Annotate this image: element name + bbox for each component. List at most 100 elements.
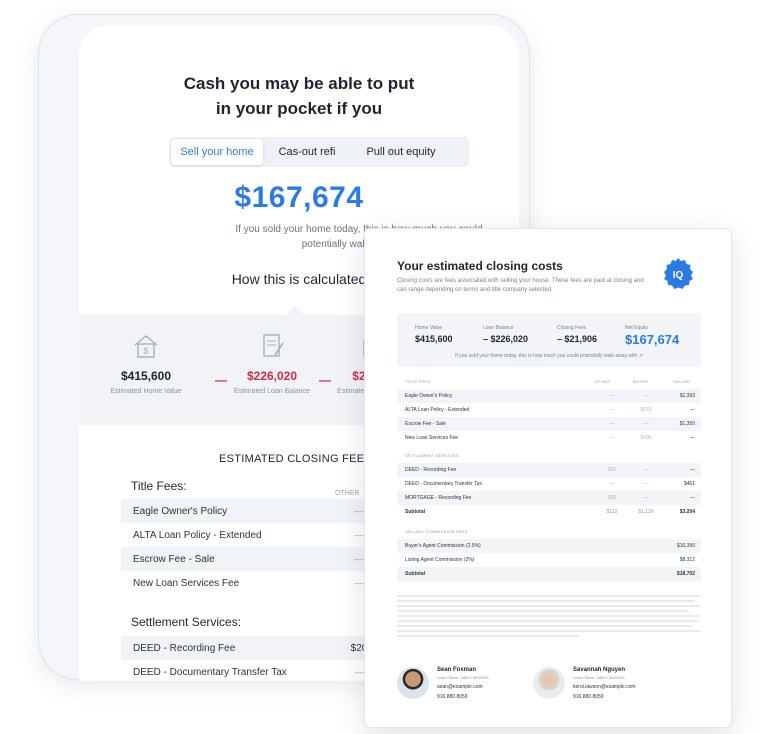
contact-email[interactable]: kerol.lawson@example.com — [573, 684, 636, 690]
summary-note: If you sold your home today, this is how… — [365, 353, 733, 359]
table-row: DEED - Documentary Transfer Tax — — $461 — [397, 477, 701, 491]
subtotal-row: Subtotal $18,702 — [397, 567, 701, 581]
summary-label: Closing Fees — [557, 325, 587, 331]
breakdown-label: Estimated Home Value — [110, 388, 182, 395]
fee-seller: $1,393 — [679, 393, 695, 399]
disclaimer-fine-print — [397, 595, 701, 639]
fee-seller: — — [690, 495, 695, 501]
fee-name: Escrow Fee - Sale — [405, 421, 446, 427]
fee-name: MORTGAGE - Recording Fee — [405, 495, 472, 501]
summary-label: Home Value — [415, 325, 443, 331]
title-fees-heading: Title Fees: — [131, 479, 187, 493]
fee-name: ALTA Loan Policy - Extended — [405, 407, 470, 413]
svg-text:$: $ — [143, 346, 148, 356]
fee-other: — — [609, 421, 615, 427]
contact-email[interactable]: sean@example.com — [437, 684, 483, 690]
fee-buyer: $533 — [640, 407, 652, 413]
fee-name: Subtotal — [405, 571, 425, 577]
fee-seller: — — [690, 407, 695, 413]
fee-other: — — [609, 435, 615, 441]
avatar — [533, 667, 565, 699]
fee-name: DEED - Documentary Transfer Tax — [405, 481, 482, 487]
fee-name: Subtotal — [405, 509, 425, 515]
fee-name: DEED - Recording Fee — [133, 642, 236, 654]
fee-name: Buyer's Agent Commission (2.5%) — [405, 543, 481, 549]
calculator-heading: Cash you may be able to put in your pock… — [79, 71, 519, 121]
contact-name: Savannah Nguyen — [573, 667, 626, 673]
breakdown-home-value: $ $415,600 Estimated Home Value — [101, 333, 191, 397]
fee-name: New Loan Services Fee — [133, 577, 240, 589]
table-row: Buyer's Agent Commission (2.5%) $10,390 — [397, 539, 701, 553]
fee-other: $20 — [607, 467, 617, 473]
scenario-tabs: Sell your home Cas-out refi Pull out equ… — [169, 137, 469, 167]
summary-loan-balance: Loan Balance – $226,020 — [483, 325, 528, 344]
arrow-icon: ↗ — [638, 353, 643, 359]
fee-buyer: — — [643, 481, 649, 487]
fee-seller: $8,312 — [679, 557, 695, 563]
fee-other: — — [609, 393, 615, 399]
summary-label: Net Equity — [625, 325, 649, 331]
table-row: New Loan Services Fee — $430 — — [397, 431, 701, 445]
subtotal-row: Subtotal $112 $1,126 $3,204 — [397, 505, 701, 519]
fee-name: Escrow Fee - Sale — [133, 553, 215, 565]
breakdown-value: $415,600 — [120, 369, 172, 383]
avatar — [397, 667, 429, 699]
fee-name: Listing Agent Commission (2%) — [405, 557, 475, 563]
table-row: DEED - Recording Fee $20 — — — [397, 463, 701, 477]
table-row: Escrow Fee - Sale — — $1,350 — [397, 417, 701, 431]
breakdown-loan-balance: $226,020 Estimated Loan Balance — [227, 333, 317, 397]
other-column-header: OTHER — [335, 490, 360, 497]
fee-name: New Loan Services Fee — [405, 435, 459, 441]
fee-buyer: $1,126 — [638, 509, 654, 515]
summary-net-equity: Net Equity $167,674 — [625, 325, 679, 347]
fee-seller: $461 — [683, 481, 695, 487]
contact-title: Loan Officer, NMLS 0000000 — [437, 675, 489, 680]
table-row: ALTA Loan Policy - Extended — $533 — — [397, 403, 701, 417]
fee-name: Eagle Owner's Policy — [133, 505, 228, 517]
summary-closing-fees: Closing Fees – $21,906 — [557, 325, 597, 344]
tab-sell-your-home[interactable]: Sell your home — [171, 139, 263, 165]
contact-name: Sean Foxman — [437, 667, 477, 673]
house-dollar-icon: $ — [101, 333, 191, 359]
fee-seller: $18,702 — [676, 571, 695, 577]
contact-phone[interactable]: 916.880.8059 — [573, 694, 604, 700]
fee-name: DEED - Documentary Transfer Tax — [133, 666, 287, 678]
table-row: Listing Agent Commission (2%) $8,312 — [397, 553, 701, 567]
column-header-buyer: BUYER — [633, 379, 649, 384]
cash-amount: $167,674 — [234, 181, 364, 214]
settlement-heading: Settlement Services: — [131, 615, 242, 629]
tab-pull-out-equity[interactable]: Pull out equity — [351, 139, 451, 165]
tab-cash-out-refi[interactable]: Cas-out refi — [263, 139, 351, 165]
closing-fees-title: ESTIMATED CLOSING FEES — [219, 453, 373, 465]
breakdown-label: Estimated Loan Balance — [234, 388, 310, 395]
fee-other: $112 — [606, 509, 618, 515]
document-description: Closing costs are fees associated with s… — [397, 278, 644, 293]
heading-line-2: in your pocket if you — [215, 99, 383, 118]
fee-buyer: — — [643, 467, 649, 473]
fee-seller: $3,204 — [679, 509, 695, 515]
fee-name: DEED - Recording Fee — [405, 467, 457, 473]
fee-name: Eagle Owner's Policy — [405, 393, 453, 399]
fee-other: — — [609, 407, 615, 413]
table-row: MORTGAGE - Recording Fee $30 — — — [397, 491, 701, 505]
breakdown-value: $226,020 — [246, 369, 298, 383]
iq-badge-icon: IQ — [661, 257, 695, 291]
summary-label: Loan Balance — [483, 325, 514, 331]
contact-phone[interactable]: 916.880.8059 — [437, 694, 468, 700]
settlement-services-header: SETTLEMENT SERVICES — [405, 453, 459, 458]
summary-value: – $226,020 — [483, 334, 529, 344]
fee-buyer: — — [643, 495, 649, 501]
column-header-other: OTHER — [595, 379, 611, 384]
fee-seller: $10,390 — [676, 543, 695, 549]
svg-text:IQ: IQ — [673, 270, 684, 281]
fee-buyer: $430 — [640, 435, 652, 441]
contact-title: Loan Officer, NMLS 0000000 — [573, 675, 625, 680]
closing-costs-document: Your estimated closing costs Closing cos… — [364, 228, 732, 728]
table-row: Eagle Owner's Policy — — $1,393 — [397, 389, 701, 403]
heading-line-1: Cash you may be able to put — [183, 74, 415, 93]
column-header-seller: SELLER — [673, 379, 691, 384]
fee-other: $30 — [607, 495, 617, 501]
fee-seller: $1,350 — [679, 421, 695, 427]
fee-seller: — — [690, 467, 695, 473]
commission-header: SELLING COMMISSION FEES — [405, 529, 468, 534]
